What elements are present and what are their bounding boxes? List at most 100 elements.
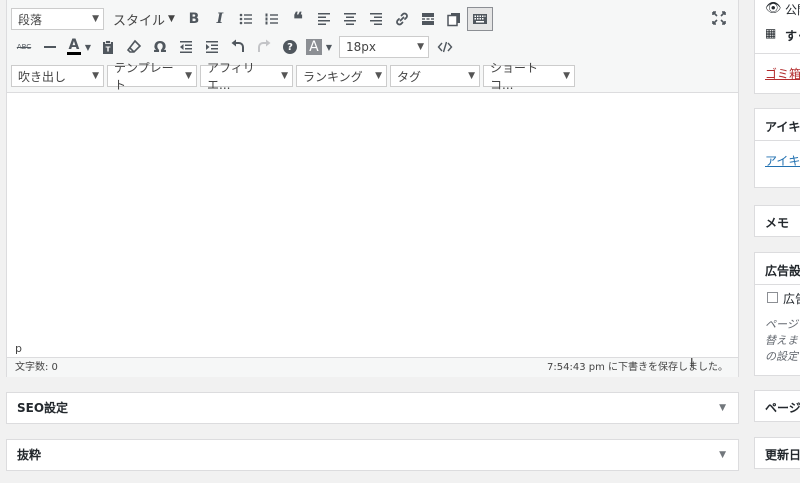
- updated-date-box[interactable]: 更新日: [754, 437, 800, 469]
- link-button[interactable]: [389, 7, 415, 31]
- code-icon: [437, 41, 453, 53]
- font-size-select[interactable]: 18px ▼: [339, 36, 429, 58]
- help-button[interactable]: ?: [277, 35, 303, 59]
- bullet-list-icon: [239, 13, 252, 25]
- blockquote-button[interactable]: ❝: [285, 7, 311, 31]
- shortcode-select[interactable]: ショートコ... ▼: [483, 61, 575, 92]
- word-count: 文字数: 0: [15, 362, 58, 373]
- schedule-label: すぐ: [785, 29, 800, 43]
- clear-formatting-button[interactable]: [121, 35, 147, 59]
- horizontal-line-button[interactable]: [37, 35, 63, 59]
- keyboard-toggle-button[interactable]: [466, 7, 493, 31]
- read-more-button[interactable]: [415, 7, 441, 31]
- style-menu-label: スタイル: [113, 13, 166, 29]
- chevron-down-icon: ▼: [92, 14, 99, 24]
- ranking-select[interactable]: ランキング ▼: [296, 65, 387, 87]
- ads-box: 広告設 広告 ページ 替えま の設定: [754, 252, 800, 376]
- format-select-value: 段落: [18, 12, 43, 27]
- paste-text-button[interactable]: T: [95, 35, 121, 59]
- publish-box: 👁 公開 ▦ すぐ ゴミ箱へ: [754, 0, 800, 94]
- ads-description-line-1: ページ: [765, 318, 798, 331]
- background-color-button[interactable]: A ▼: [303, 35, 335, 59]
- chevron-down-icon[interactable]: ▼: [719, 393, 726, 423]
- numbered-list-icon: [265, 13, 278, 25]
- calendar-icon: ▦: [765, 26, 777, 40]
- fullscreen-button[interactable]: [706, 6, 732, 30]
- omega-icon: Ω: [153, 38, 167, 56]
- eyecatch-title: アイキ: [765, 120, 800, 134]
- toolbar-row-3: 吹き出し ▼ テンプレート ▼ アフィリエ... ▼ ランキング ▼ タグ ▼ ショートコ…: [11, 61, 578, 92]
- italic-button[interactable]: I: [207, 7, 233, 31]
- chevron-down-icon: ▼: [468, 71, 475, 81]
- chevron-down-icon: ▼: [185, 71, 192, 81]
- autosave-status: 7:54:43 pm に下書きを保存しました。: [547, 362, 728, 373]
- ads-checkbox[interactable]: [767, 292, 778, 303]
- indent-icon: [206, 41, 218, 53]
- redo-icon: [258, 39, 271, 52]
- text-cursor-icon: I: [690, 356, 694, 370]
- chevron-down-icon: ▼: [563, 71, 570, 81]
- background-color-icon: A: [305, 39, 322, 55]
- keyboard-icon: [472, 14, 487, 24]
- excerpt-title: 抜粋: [17, 448, 42, 462]
- eyecatch-link[interactable]: アイキ: [765, 152, 800, 169]
- balloon-select-label: 吹き出し: [18, 69, 67, 84]
- template-select[interactable]: テンプレート ▼: [107, 61, 197, 92]
- special-character-button[interactable]: Ω: [147, 35, 173, 59]
- eyecatch-box: アイキ アイキ: [754, 108, 800, 188]
- element-path[interactable]: p: [7, 339, 738, 357]
- divider: [755, 284, 800, 285]
- affiliate-select[interactable]: アフィリエ... ▼: [200, 61, 293, 92]
- format-select[interactable]: 段落 ▼: [11, 8, 104, 30]
- clipboard-icon: T: [103, 40, 113, 54]
- align-right-button[interactable]: [363, 7, 389, 31]
- fullscreen-icon: [712, 11, 726, 25]
- indent-button[interactable]: [199, 35, 225, 59]
- editor-content-area[interactable]: [7, 93, 738, 339]
- bold-icon: B: [188, 11, 200, 27]
- post-editor: 段落 ▼ スタイル ▼ B I ❝ ABC A ▼ T Ω ? A ▼ 18px…: [6, 0, 739, 377]
- ranking-select-label: ランキング: [303, 69, 363, 84]
- balloon-select[interactable]: 吹き出し ▼: [11, 65, 104, 87]
- undo-button[interactable]: [225, 35, 251, 59]
- strikethrough-button[interactable]: ABC: [11, 35, 37, 59]
- chevron-down-icon: ▼: [375, 71, 382, 81]
- trash-link[interactable]: ゴミ箱へ: [765, 65, 800, 82]
- chevron-down-icon: ▼: [325, 42, 333, 52]
- numbered-list-button[interactable]: [259, 7, 285, 31]
- editor-toolbar: 段落 ▼ スタイル ▼ B I ❝ ABC A ▼ T Ω ? A ▼ 18px…: [7, 0, 738, 93]
- text-color-letter: A: [68, 37, 80, 53]
- editor-status-bar: 文字数: 0 7:54:43 pm に下書きを保存しました。: [7, 357, 738, 377]
- shortcode-select-label: ショートコ...: [490, 61, 539, 92]
- seo-settings-postbox[interactable]: SEO設定 ▼: [6, 392, 739, 424]
- chevron-down-icon: ▼: [281, 71, 288, 81]
- help-icon: ?: [283, 40, 297, 54]
- align-right-icon: [369, 13, 382, 25]
- bold-button[interactable]: B: [181, 7, 207, 31]
- bullet-list-button[interactable]: [233, 7, 259, 31]
- chevron-down-icon[interactable]: ▼: [719, 440, 726, 470]
- text-color-button[interactable]: A ▼: [63, 35, 95, 59]
- toolbar-row-2: ABC A ▼ T Ω ? A ▼ 18px ▼: [11, 34, 458, 60]
- link-icon: [396, 12, 408, 26]
- horizontal-line-icon: [44, 46, 56, 48]
- page-box-title: ページ: [765, 401, 800, 415]
- redo-button[interactable]: [251, 35, 277, 59]
- tag-select[interactable]: タグ ▼: [390, 65, 480, 87]
- align-center-button[interactable]: [337, 7, 363, 31]
- outdent-button[interactable]: [173, 35, 199, 59]
- copy-button[interactable]: [441, 7, 467, 31]
- font-size-value: 18px: [346, 40, 376, 54]
- align-left-button[interactable]: [311, 7, 337, 31]
- memo-box[interactable]: メモ: [754, 205, 800, 237]
- read-more-icon: [421, 13, 434, 25]
- excerpt-postbox[interactable]: 抜粋 ▼: [6, 439, 739, 471]
- style-menu[interactable]: スタイル ▼: [113, 8, 175, 30]
- align-left-icon: [317, 13, 330, 25]
- code-button[interactable]: [432, 35, 458, 59]
- ads-checkbox-label: 広告: [783, 292, 800, 306]
- page-box[interactable]: ページ: [754, 390, 800, 422]
- template-select-label: テンプレート: [114, 61, 174, 92]
- outdent-icon: [180, 41, 192, 53]
- text-color-icon: A: [66, 37, 81, 55]
